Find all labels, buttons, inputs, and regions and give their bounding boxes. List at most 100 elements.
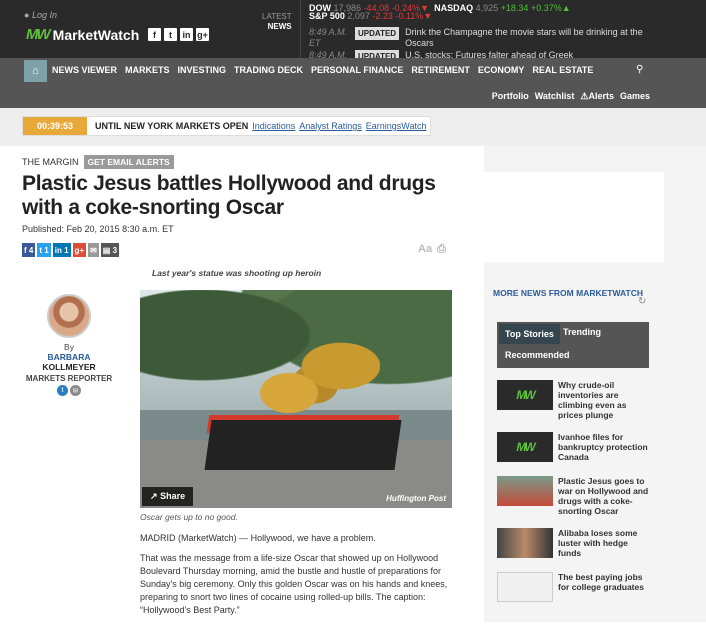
author-block: By BARBARA KOLLMEYER MARKETS REPORTER t …: [22, 294, 116, 396]
paragraph: That was the message from a life-size Os…: [140, 553, 448, 615]
more-news-title: MORE NEWS FROM MARKETWATCH: [493, 288, 643, 298]
linkedin-icon: in: [54, 245, 62, 255]
updated-badge: UPDATED: [355, 50, 400, 58]
marketwatch-logo-icon: MW: [497, 432, 553, 462]
ticker-name[interactable]: S&P 500: [309, 11, 345, 21]
nav-personal-finance[interactable]: PERSONAL FINANCE: [311, 65, 403, 75]
linkedin-share-button[interactable]: in 1: [52, 243, 71, 257]
share-bar: f 4 t 1 in 1 g+ ✉ ▤ 3: [22, 243, 120, 257]
email-alerts-button[interactable]: GET EMAIL ALERTS: [83, 155, 174, 169]
refresh-icon[interactable]: ↻: [638, 296, 646, 307]
ticker-row: S&P 500 2,097 -2.23 -0.11%▼: [309, 11, 432, 21]
email-share-button[interactable]: ✉: [88, 243, 99, 257]
story-item[interactable]: Alibaba loses some luster with hedge fun…: [497, 528, 649, 558]
login-link[interactable]: ● Log In: [24, 10, 57, 20]
article-headline: Plastic Jesus battles Hollywood and drug…: [22, 172, 436, 219]
story-item[interactable]: The best paying jobs for college graduat…: [497, 572, 649, 602]
author-name[interactable]: BARBARA: [22, 352, 116, 362]
twitter-share-button[interactable]: t 1: [37, 243, 51, 257]
article-photo: ↗ Share Huffington Post: [140, 290, 452, 508]
search-icon[interactable]: ⚲: [636, 64, 643, 75]
comment-icon: ▤: [102, 245, 111, 255]
article-tools: Aa ⎙: [418, 243, 446, 256]
googleplus-icon: g+: [74, 245, 85, 255]
facebook-icon: f: [24, 245, 27, 255]
photo-caption: Oscar gets up to no good.: [140, 512, 238, 522]
nav-trading-deck[interactable]: TRADING DECK: [234, 65, 303, 75]
facebook-share-button[interactable]: f 4: [22, 243, 36, 257]
nav-alerts[interactable]: ⚠Alerts: [580, 91, 614, 102]
comments-button[interactable]: ▤ 3: [100, 243, 120, 257]
print-icon[interactable]: ⎙: [437, 243, 446, 256]
ticker-change: -2.23: [372, 11, 393, 21]
author-role: MARKETS REPORTER: [25, 374, 113, 383]
linkedin-icon[interactable]: in: [180, 28, 193, 41]
ticker-value: 4,925: [475, 3, 499, 13]
story-item[interactable]: Plastic Jesus goes to war on Hollywood a…: [497, 476, 649, 516]
facebook-icon[interactable]: f: [148, 28, 161, 41]
countdown-timer: 00:39:53: [23, 117, 88, 135]
marketwatch-logo-icon: MW: [497, 380, 553, 410]
published-date: Published: Feb 20, 2015 8:30 a.m. ET: [22, 224, 174, 234]
story-item[interactable]: MW Why crude-oil inventories are climbin…: [497, 380, 649, 420]
story-thumbnail: [497, 572, 553, 602]
tab-recommended[interactable]: Recommended: [505, 350, 570, 360]
font-size-icon[interactable]: Aa: [418, 243, 432, 256]
story-thumbnail: [497, 528, 553, 558]
nav-watchlist[interactable]: Watchlist: [535, 91, 575, 102]
email-icon: ✉: [90, 245, 97, 255]
earningswatch-link[interactable]: EarningsWatch: [366, 121, 427, 131]
ad-slot: [484, 172, 664, 262]
marketwatch-logo[interactable]: MW MarketWatch: [26, 26, 139, 43]
arrow-down-icon: ▼: [423, 11, 433, 21]
ticker-pct: -0.11%: [395, 11, 424, 21]
news-ticker-item[interactable]: 8:49 A.M. ET UPDATED Drink the Champagne…: [309, 27, 655, 49]
nav-retirement[interactable]: RETIREMENT: [411, 65, 470, 75]
paragraph: MADRID (MarketWatch) — Hollywood, we hav…: [140, 533, 376, 543]
author-avatar[interactable]: [47, 294, 91, 338]
story-thumbnail: [497, 476, 553, 506]
googleplus-icon[interactable]: g+: [196, 28, 209, 41]
nav-news-viewer[interactable]: NEWS VIEWER: [52, 65, 117, 75]
latest-news-label: LATEST NEWS: [262, 12, 292, 31]
twitter-icon[interactable]: t: [57, 385, 68, 396]
ticker-pct: +0.37%: [530, 3, 562, 13]
story-item[interactable]: MW Ivanhoe files for bankruptcy protecti…: [497, 432, 649, 462]
author-last-name[interactable]: KOLLMEYER: [22, 362, 116, 372]
nav-investing[interactable]: INVESTING: [178, 65, 227, 75]
photo-share-button[interactable]: ↗ Share: [142, 487, 194, 506]
email-icon[interactable]: ✉: [70, 385, 81, 396]
article-dek: Last year's statue was shooting up heroi…: [152, 268, 322, 278]
nav-markets[interactable]: MARKETS: [125, 65, 170, 75]
arrow-up-icon: ▲: [561, 3, 571, 13]
nav-games[interactable]: Games: [620, 91, 650, 102]
sidebar-tabs: Top Stories Trending Recommended: [497, 322, 649, 368]
updated-badge: UPDATED: [355, 27, 400, 40]
share-icon: ↗: [150, 491, 158, 501]
twitter-icon[interactable]: t: [164, 28, 177, 41]
ticker-value: 2,097: [347, 11, 370, 21]
article-body: MADRID (MarketWatch) — Hollywood, we hav…: [140, 532, 452, 624]
ticker-panel: DOW 17,986 -44.08 -0.24%▼ NASDAQ 4,925 +…: [300, 0, 706, 58]
news-ticker-item[interactable]: 8:49 A.M. UPDATED U.S. stocks: Futures f…: [309, 50, 655, 58]
social-links: f t in g+: [148, 28, 209, 41]
nav-real-estate[interactable]: REAL ESTATE: [532, 65, 593, 75]
top-bar: ● Log In MW MarketWatch f t in g+ LATEST N…: [0, 0, 706, 58]
tab-trending[interactable]: Trending: [563, 327, 601, 337]
countdown-label: UNTIL NEW YORK MARKETS OPEN: [95, 121, 249, 131]
nav-economy[interactable]: ECONOMY: [478, 65, 525, 75]
ticker-change: +18.34: [500, 3, 529, 13]
tab-top-stories[interactable]: Top Stories: [499, 324, 560, 344]
main-nav: ⌂ NEWS VIEWER MARKETS INVESTING TRADING …: [0, 58, 706, 108]
indications-link[interactable]: Indications: [252, 121, 295, 131]
section-header: THE MARGIN GET EMAIL ALERTS: [22, 155, 174, 169]
ticker-name[interactable]: NASDAQ: [434, 3, 473, 13]
analyst-ratings-link[interactable]: Analyst Ratings: [299, 121, 362, 131]
nav-portfolio[interactable]: Portfolio: [492, 91, 529, 102]
twitter-icon: t: [39, 245, 43, 255]
googleplus-share-button[interactable]: g+: [72, 243, 87, 257]
home-icon[interactable]: ⌂: [24, 60, 47, 82]
market-countdown: 00:39:53 UNTIL NEW YORK MARKETS OPEN Ind…: [22, 116, 432, 136]
oscar-statue-image: [250, 330, 380, 420]
section-label[interactable]: THE MARGIN: [22, 157, 79, 167]
